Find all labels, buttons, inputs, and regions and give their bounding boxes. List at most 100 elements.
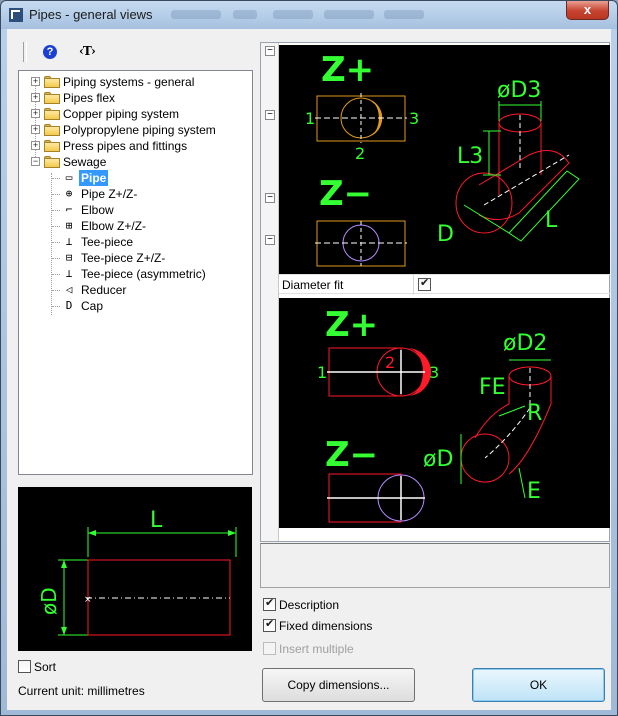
tree-item-label: Polypropylene piping system [63,123,216,137]
tree-item-label: Cap [81,299,104,313]
ok-button[interactable]: OK [472,668,605,702]
text-icon[interactable]: ‹T› [79,44,96,58]
tree-line [52,226,60,227]
tree-item-pipe[interactable]: ▭ Pipe [19,170,251,186]
expand-icon[interactable]: + [31,141,40,150]
expand-icon[interactable]: + [31,93,40,102]
d3-label: øD3 [497,78,541,103]
tree-item-press-pipes[interactable]: + Press pipes and fittings [19,138,251,154]
property-divider [413,275,414,295]
properties-panel: − − − − Z+ 1 3 2 Z− øD3 L3 D L Diameter … [260,42,610,542]
length-l-label: L [545,208,558,233]
expand-icon[interactable]: + [31,109,40,118]
port-2-label: 2 [355,144,365,163]
port-3-label: 3 [429,363,439,382]
tree-item-label: Sewage [63,155,107,169]
port-1-label: 1 [317,363,327,382]
folder-open-icon [44,156,60,168]
tree-line [52,258,60,259]
tree-line [52,274,60,275]
d2-label: øD2 [503,331,547,356]
dialog-client: ? ‹T› + Piping systems - general + Pipes… [7,29,611,710]
close-button[interactable]: x [566,1,609,20]
collapse-icon[interactable]: − [265,193,275,203]
description-box [260,543,610,588]
tee-z-icon: ⊟ [65,251,73,264]
elbow-icon: ⌐ [65,203,73,216]
port-1-label: 1 [305,109,315,128]
tree-item-label: Press pipes and fittings [63,139,188,153]
tree-line [52,242,60,243]
tree-item-sewage[interactable]: − Sewage [19,154,251,170]
collapse-icon[interactable]: − [265,235,275,245]
folder-icon [44,140,60,152]
collapse-icon[interactable]: − [265,46,275,56]
fixed-dimensions-checkbox[interactable] [263,617,276,632]
tree-item-tee-piece[interactable]: ⊥ Tee-piece [19,234,251,250]
collapse-icon[interactable]: − [31,157,40,166]
title-decoration [233,10,257,19]
pipe-z-icon: ⊕ [65,187,73,200]
tree-item-label: Pipes flex [63,91,116,105]
diameter-fit-label: Diameter fit [282,278,344,292]
component-tree[interactable]: + Piping systems - general + Pipes flex … [18,70,253,475]
radius-label: R [527,401,542,426]
zplus-label: Z+ [325,305,378,345]
app-icon [9,8,23,22]
toolbar-grip[interactable] [23,42,27,62]
tree-line [52,306,60,307]
insert-multiple-checkbox[interactable] [263,642,276,655]
current-unit-label: Current unit: millimetres [18,684,145,698]
tree-item-polypropylene[interactable]: + Polypropylene piping system [19,122,251,138]
dialog-window: Pipes - general views x ? ‹T› + Piping s… [0,0,618,716]
length-label: L [150,508,163,533]
sort-label: Sort [34,660,57,674]
diameter-label: øD [37,587,61,615]
tree-line [52,210,60,211]
tree-item-tee-piece-asymmetric[interactable]: ⊥ Tee-piece (asymmetric) [19,266,251,282]
title-decoration [384,10,424,19]
elbow-preview-image: Z+ 1 3 2 Z− øD2 FE R øD E [279,298,610,528]
tree-item-elbow[interactable]: ⌐ Elbow [19,202,251,218]
tree-item-tee-piece-z[interactable]: ⊟ Tee-piece Z+/Z- [19,250,251,266]
copy-dimensions-button[interactable]: Copy dimensions... [262,668,415,702]
collapse-icon[interactable]: − [265,110,275,120]
tee-icon: ⊥ [65,235,73,248]
tree-item-elbow-z[interactable]: ⊞ Elbow Z+/Z- [19,218,251,234]
tree-item-pipe-z[interactable]: ⊕ Pipe Z+/Z- [19,186,251,202]
sort-checkbox[interactable] [18,660,31,673]
fe-label: FE [479,375,506,400]
expand-icon[interactable]: + [31,77,40,86]
tree-item-reducer[interactable]: ◁ Reducer [19,282,251,298]
zminus-label: Z− [319,174,372,214]
tree-line [52,290,60,291]
diameter-fit-checkbox[interactable] [418,276,431,291]
window-title: Pipes - general views [29,7,153,22]
tree-item-label: Copper piping system [63,107,180,121]
tree-item-copper-piping[interactable]: + Copper piping system [19,106,251,122]
title-bar[interactable]: Pipes - general views x [1,1,617,29]
tree-item-label: Elbow [81,203,114,217]
folder-icon [44,124,60,136]
tree-item-label: Tee-piece Z+/Z- [81,251,166,265]
tee-asymmetric-icon: ⊥ [65,267,73,280]
tree-item-piping-systems-general[interactable]: + Piping systems - general [19,74,251,90]
help-icon[interactable]: ? [43,45,57,59]
diameter-d-label: D [437,222,454,247]
diameter-label: øD [423,447,453,472]
description-label: Description [279,598,340,612]
tree-item-label: Tee-piece (asymmetric) [81,267,206,281]
tree-item-cap[interactable]: D Cap [19,298,251,314]
expand-icon[interactable]: + [31,125,40,134]
tee-preview-drawing: Z+ 1 3 2 Z− øD3 L3 D L [305,50,580,267]
diameter-fit-row[interactable]: Diameter fit [279,274,610,295]
folder-icon [44,76,60,88]
elbow-z-icon: ⊞ [65,219,73,232]
tree-item-pipes-flex[interactable]: + Pipes flex [19,90,251,106]
zplus-label: Z+ [321,50,374,90]
l3-label: L3 [457,144,483,169]
folder-icon [44,108,60,120]
description-checkbox[interactable] [263,596,276,611]
pipe-icon: ▭ [65,171,73,184]
title-decoration [171,10,221,19]
